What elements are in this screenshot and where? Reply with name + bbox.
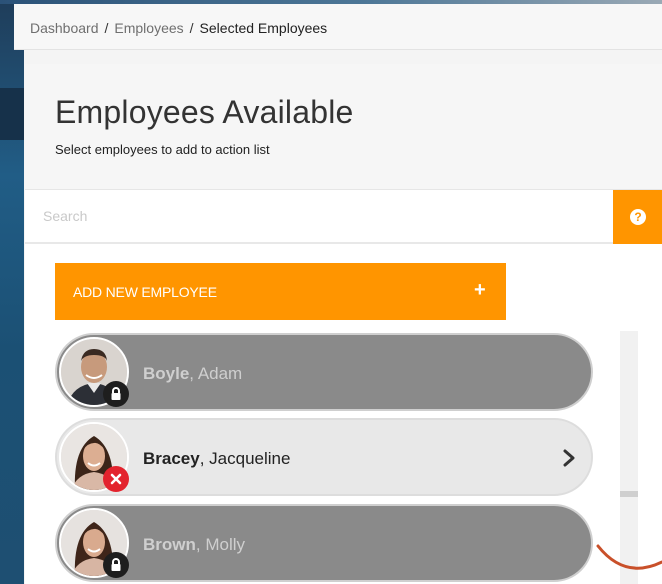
page-title: Employees Available [55,94,354,130]
page-subtitle: Select employees to add to action list [55,142,270,157]
employee-row[interactable]: Bracey, Jacqueline [55,418,593,496]
plus-icon: + [474,279,486,301]
employee-name: Bracey, Jacqueline [143,449,291,468]
breadcrumb-dashboard[interactable]: Dashboard [30,20,99,36]
search-bar: ? [25,190,662,244]
breadcrumb-separator: / [104,20,109,36]
employees-panel: Employees Available Select employees to … [25,64,662,584]
employee-row[interactable]: Brown, Molly [55,504,593,582]
employee-first-name: Adam [197,364,243,383]
lock-icon [103,381,129,407]
employee-row[interactable]: Boyle, Adam [55,333,593,411]
employee-first-name: Jacqueline [209,449,291,468]
panel-header: Employees Available Select employees to … [25,64,662,190]
remove-icon[interactable] [103,466,129,492]
app-background: Dashboard / Employees / Selected Employees E… [0,0,662,584]
employee-last-name: Brown [143,535,196,554]
breadcrumb: Dashboard / Employees / Selected Employees [30,20,327,36]
breadcrumb-current: Selected Employees [199,20,328,36]
employee-last-name: Boyle [143,364,190,383]
employee-name: Boyle, Adam [143,364,243,383]
employee-first-name: Molly [205,535,246,554]
search-input[interactable] [25,190,613,242]
chevron-right-icon[interactable] [562,448,576,468]
breadcrumb-employees[interactable]: Employees [114,20,183,36]
decorative-swoosh [596,544,662,570]
question-circle-icon: ? [630,209,646,225]
add-new-employee-button[interactable]: ADD NEW EMPLOYEE + [55,263,506,320]
breadcrumb-separator: / [189,20,194,36]
help-button[interactable]: ? [613,190,662,244]
lock-icon [103,552,129,578]
add-new-employee-label: ADD NEW EMPLOYEE [73,284,217,300]
employee-name: Brown, Molly [143,535,246,554]
employee-last-name: Bracey [143,449,200,468]
list-scrollbar-thumb[interactable] [620,491,638,497]
side-accent [0,0,24,584]
top-bar: Dashboard / Employees / Selected Employees [14,4,662,50]
